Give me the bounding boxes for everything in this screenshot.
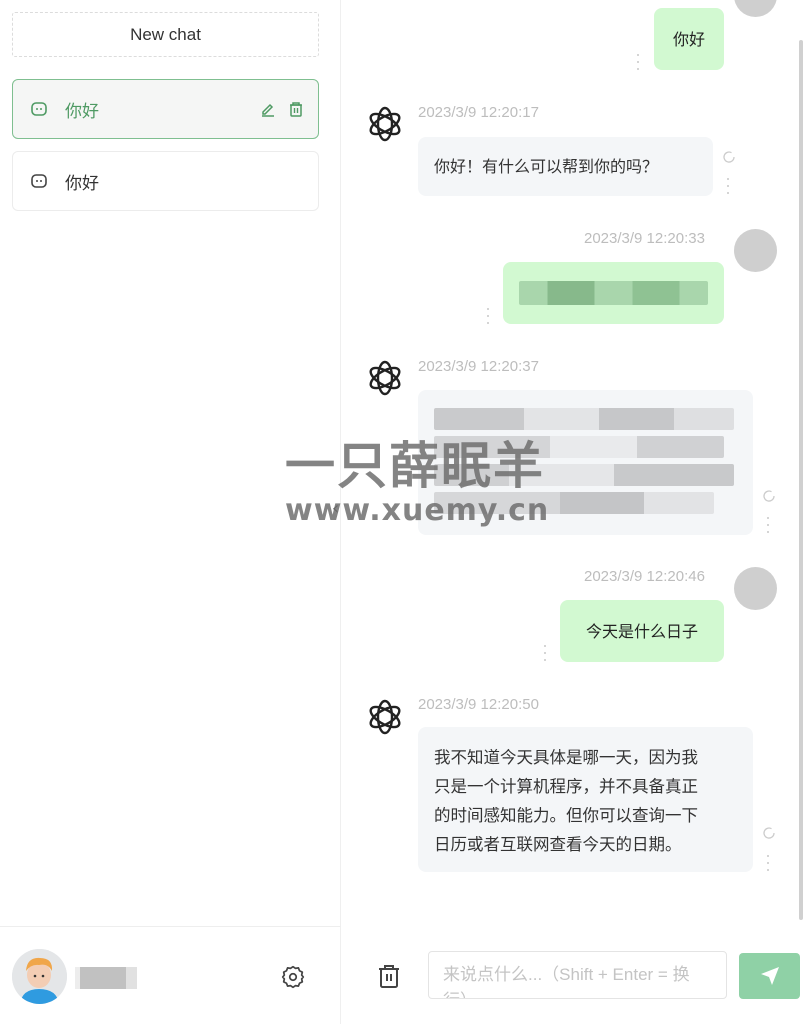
redacted-text — [434, 492, 714, 514]
more-options-icon[interactable] — [543, 645, 547, 661]
chat-title: 你好 — [65, 101, 99, 122]
openai-logo-icon — [369, 106, 401, 142]
new-chat-button[interactable]: New chat — [12, 12, 319, 57]
message-text: 你好！有什么可以帮到你的吗？ — [434, 157, 659, 176]
message-timestamp: 2023/3/9 12:20:33 — [584, 230, 705, 247]
openai-logo-icon — [369, 699, 401, 735]
user-avatar-small — [734, 0, 777, 17]
assistant-message-redacted — [418, 390, 753, 535]
message-input[interactable] — [428, 951, 727, 999]
send-icon — [760, 967, 779, 985]
redacted-text — [434, 436, 724, 458]
more-options-icon[interactable] — [726, 178, 730, 194]
user-avatar-small — [734, 567, 777, 610]
user-message-redacted — [503, 262, 724, 324]
redacted-text — [519, 281, 708, 305]
message-text: 你好 — [672, 29, 705, 49]
message-timestamp: 2023/3/9 12:20:37 — [418, 358, 539, 375]
scrollbar[interactable] — [799, 40, 803, 920]
pencil-icon[interactable] — [260, 101, 276, 117]
openai-logo-icon — [369, 360, 401, 396]
avatar-illustration-icon — [12, 949, 67, 1004]
chat-bubble-icon — [31, 102, 47, 116]
chevron-left-icon[interactable]: ‹ — [332, 498, 339, 519]
username-redacted — [75, 967, 137, 989]
chat-main: 你好 2023/3/9 12:20:17 你好！有什么可以帮到你的吗？ 2023… — [341, 0, 803, 1024]
message-timestamp: 2023/3/9 12:20:17 — [418, 104, 539, 121]
message-text: 今天是什么日子 — [585, 621, 698, 641]
message-timestamp: 2023/3/9 12:20:50 — [418, 696, 539, 713]
chat-list-item-active[interactable]: 你好 — [12, 79, 319, 139]
composer — [341, 930, 803, 1024]
chat-bubble-icon — [31, 174, 47, 188]
redacted-text — [434, 408, 734, 430]
user-avatar[interactable] — [12, 949, 67, 1004]
user-avatar-small — [734, 229, 777, 272]
regenerate-icon[interactable] — [722, 150, 736, 164]
chat-title: 你好 — [65, 173, 99, 194]
message-line: 只是一个计算机程序，并不具备真正 — [434, 777, 698, 796]
assistant-message: 我不知道今天具体是哪一天，因为我 只是一个计算机程序，并不具备真正 的时间感知能… — [418, 727, 753, 872]
sidebar-footer — [0, 926, 341, 1024]
redacted-text — [434, 464, 734, 486]
send-button[interactable] — [739, 953, 800, 999]
user-message: 今天是什么日子 — [560, 600, 724, 662]
assistant-message: 你好！有什么可以帮到你的吗？ — [418, 137, 713, 196]
more-options-icon[interactable] — [766, 517, 770, 533]
more-options-icon[interactable] — [636, 54, 640, 70]
clear-chat-trash-icon[interactable] — [377, 963, 401, 989]
chat-list-item[interactable]: 你好 — [12, 151, 319, 211]
sidebar: New chat 你好 你好 — [0, 0, 341, 1024]
message-line: 我不知道今天具体是哪一天，因为我 — [434, 748, 698, 767]
regenerate-icon[interactable] — [762, 826, 776, 840]
more-options-icon[interactable] — [486, 308, 490, 324]
regenerate-icon[interactable] — [762, 489, 776, 503]
message-line: 日历或者互联网查看今天的日期。 — [434, 835, 682, 854]
more-options-icon[interactable] — [766, 855, 770, 871]
gear-icon[interactable] — [280, 964, 306, 990]
user-message: 你好 — [654, 8, 724, 70]
message-line: 的时间感知能力。但你可以查询一下 — [434, 806, 698, 825]
message-timestamp: 2023/3/9 12:20:46 — [584, 568, 705, 585]
trash-icon[interactable] — [288, 101, 304, 117]
